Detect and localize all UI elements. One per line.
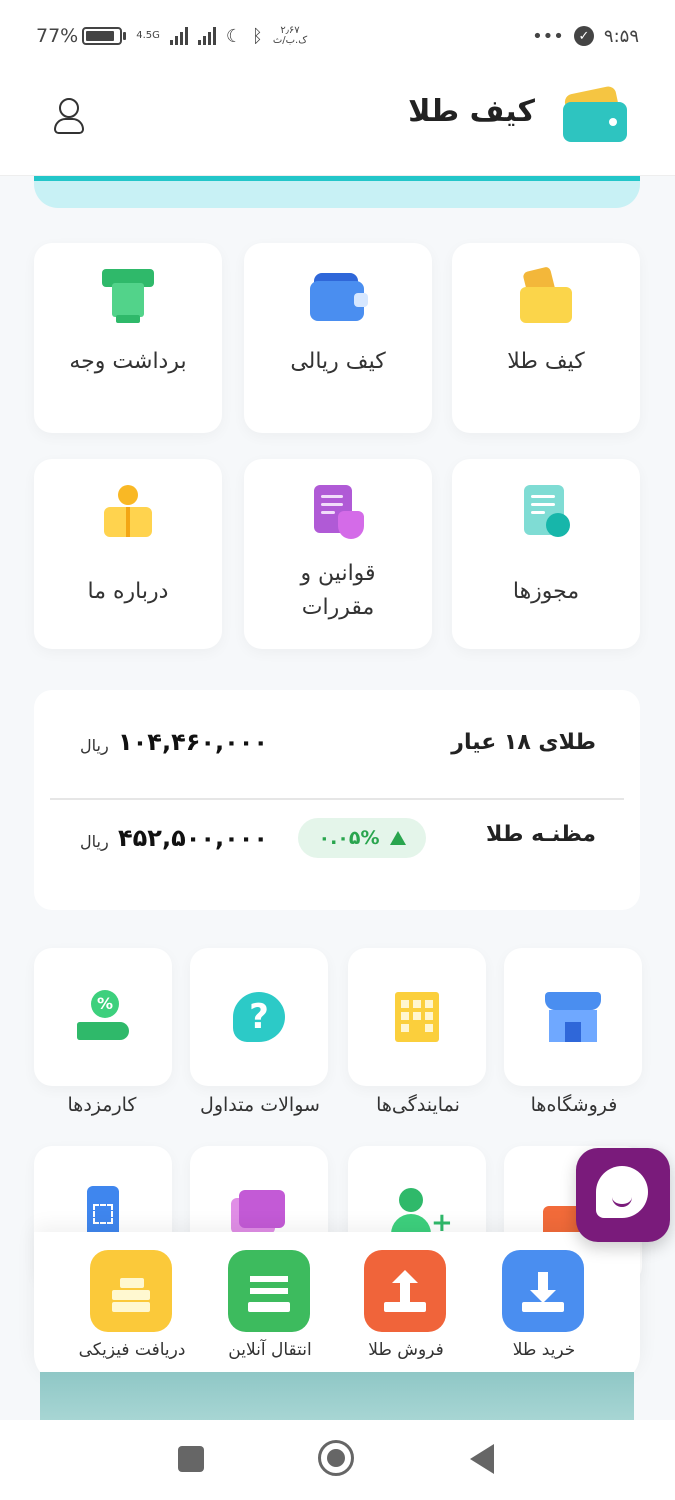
status-right: ••• ✓ ۹:۵۹ — [532, 26, 639, 47]
withdraw-icon — [98, 267, 158, 327]
price-row-18k: طلای ۱۸ عیار ۱۰۴,۴۶۰,۰۰۰ ریال — [34, 690, 640, 798]
transfer-button[interactable] — [228, 1250, 310, 1332]
physical-gold-button[interactable] — [90, 1250, 172, 1332]
swap-arrows-icon — [248, 1272, 290, 1312]
bluetooth-icon: ᛒ — [252, 25, 263, 47]
price-name: مظنـه طلا — [486, 822, 596, 847]
service-label-agencies: نمایندگی‌ها — [376, 1094, 460, 1116]
action-buy-gold[interactable]: خرید طلا — [484, 1250, 604, 1370]
action-bar: خرید طلا فروش طلا انتقال آنلاین دریافت ف… — [34, 1232, 640, 1384]
action-sell-gold[interactable]: فروش طلا — [346, 1250, 466, 1370]
back-icon[interactable] — [470, 1444, 494, 1474]
price-name: طلای ۱۸ عیار — [451, 730, 596, 755]
tile-label: برداشت وجه — [69, 349, 187, 374]
tile-withdraw[interactable]: برداشت وجه — [34, 243, 222, 433]
service-label-stores: فروشگاه‌ها — [530, 1094, 618, 1116]
battery-icon — [82, 27, 123, 45]
price-unit: ریال — [80, 832, 109, 851]
service-agencies[interactable] — [348, 948, 486, 1086]
moon-icon: ☾ — [225, 25, 243, 47]
tile-licenses[interactable]: مجوزها — [452, 459, 640, 649]
action-label: فروش طلا — [368, 1340, 444, 1360]
signal-2-icon — [197, 27, 216, 45]
about-icon — [98, 483, 158, 543]
tile-gold-wallet[interactable]: کیف طلا — [452, 243, 640, 433]
rules-icon — [308, 483, 368, 543]
app-title: کیف طلا — [408, 94, 535, 129]
action-physical-delivery[interactable]: دریافت فیزیکی — [72, 1250, 192, 1370]
service-label-faq: سوالات متداول — [200, 1094, 320, 1116]
price-unit: ریال — [80, 736, 109, 755]
arrow-down-icon — [530, 1272, 556, 1303]
rial-wallet-icon — [308, 267, 368, 327]
buy-gold-button[interactable] — [502, 1250, 584, 1332]
status-left: 77% 4.5G ☾ ᛒ ۲٫۶۷ ک.ب/ث — [36, 25, 307, 47]
app-header: کیف طلا — [0, 72, 675, 176]
user-profile-icon[interactable] — [52, 96, 86, 136]
tile-label: کیف طلا — [507, 349, 585, 374]
action-label: دریافت فیزیکی — [78, 1340, 186, 1360]
status-bar: 77% 4.5G ☾ ᛒ ۲٫۶۷ ک.ب/ث ••• ✓ ۹:۵۹ — [0, 0, 675, 72]
tile-rules[interactable]: قوانین و مقررات — [244, 459, 432, 649]
banner-carousel[interactable] — [34, 176, 640, 208]
arrow-up-icon — [392, 1270, 418, 1304]
battery-tip — [123, 32, 127, 40]
store-icon — [543, 988, 603, 1048]
service-label-fees: کارمزدها — [67, 1094, 137, 1116]
tile-label: قوانین و مقررات — [300, 561, 376, 620]
clock: ۹:۵۹ — [603, 25, 639, 47]
price-value: ۴۵۲,۵۰۰,۰۰۰ — [118, 824, 269, 852]
service-fees[interactable]: % — [34, 948, 172, 1086]
system-nav-bar — [0, 1420, 675, 1500]
battery-indicator: 77% — [36, 25, 127, 47]
fee-hand-icon: % — [73, 988, 133, 1048]
chat-bubble-icon — [596, 1166, 648, 1218]
promo-image — [40, 1372, 634, 1422]
action-label: خرید طلا — [512, 1340, 576, 1360]
tile-rial-wallet[interactable]: کیف ریالی — [244, 243, 432, 433]
more-dots-icon: ••• — [532, 25, 564, 47]
price-row-mozaneh: مظنـه طلا ۰.۰۵% ۴۵۲,۵۰۰,۰۰۰ ریال — [34, 800, 640, 908]
data-speed: ۲٫۶۷ ک.ب/ث — [272, 25, 308, 46]
tile-label: مجوزها — [512, 579, 580, 604]
gold-bars-icon — [110, 1272, 152, 1312]
home-icon[interactable] — [318, 1440, 354, 1476]
price-value: ۱۰۴,۴۶۰,۰۰۰ — [118, 728, 269, 756]
change-value: ۰.۰۵% — [318, 827, 380, 849]
chat-support-button[interactable] — [576, 1148, 670, 1242]
action-label: انتقال آنلاین — [228, 1340, 312, 1360]
tile-label: درباره ما — [87, 579, 169, 604]
sell-gold-button[interactable] — [364, 1250, 446, 1332]
service-faq[interactable]: ? — [190, 948, 328, 1086]
action-online-transfer[interactable]: انتقال آنلاین — [210, 1250, 330, 1370]
gold-wallet-icon — [516, 266, 576, 327]
tile-label: کیف ریالی — [290, 349, 386, 374]
shield-check-icon: ✓ — [573, 26, 594, 46]
agency-icon — [387, 988, 447, 1048]
tile-about[interactable]: درباره ما — [34, 459, 222, 649]
battery-percent: 77% — [36, 25, 79, 47]
network-type: 4.5G — [136, 30, 160, 41]
signal-icon — [169, 27, 188, 45]
service-stores[interactable] — [504, 948, 642, 1086]
logo-wallet-icon — [563, 85, 627, 142]
license-icon — [516, 483, 576, 543]
arrow-up-icon — [389, 831, 406, 845]
question-icon: ? — [229, 988, 289, 1048]
price-card: طلای ۱۸ عیار ۱۰۴,۴۶۰,۰۰۰ ریال مظنـه طلا … — [34, 690, 640, 910]
recent-apps-icon[interactable] — [178, 1446, 204, 1472]
change-badge: ۰.۰۵% — [298, 818, 426, 858]
